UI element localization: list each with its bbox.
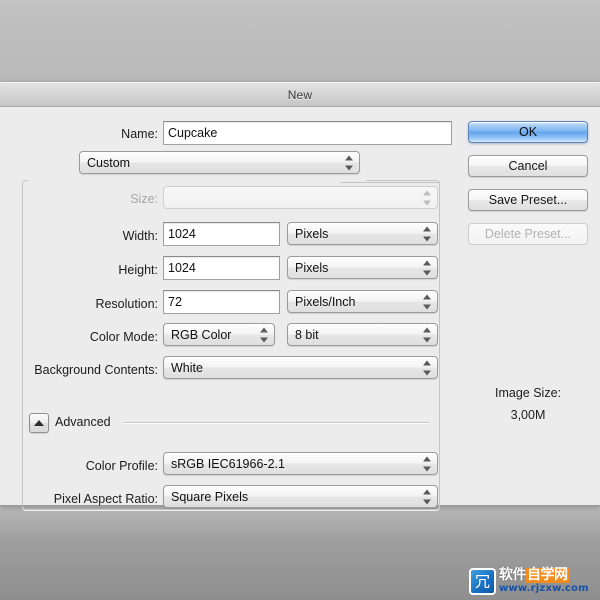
height-unit-select[interactable]: Pixels [287, 256, 438, 279]
delete-preset-button-label: Delete Preset... [484, 227, 572, 241]
size-label: Size: [130, 192, 158, 206]
width-input[interactable]: 1024 [163, 222, 280, 246]
preset-select-value: Custom [87, 155, 131, 170]
save-preset-button[interactable]: Save Preset... [468, 189, 588, 211]
name-input-value: Cupcake [168, 126, 218, 140]
pixel-aspect-ratio-select[interactable]: Square Pixels [163, 485, 438, 508]
site-watermark: 软件 自学网 www.rjzxw.com [469, 568, 595, 596]
resolution-input[interactable]: 72 [163, 290, 280, 314]
resolution-input-value: 72 [168, 295, 182, 309]
background-contents-select[interactable]: White [163, 356, 438, 379]
width-label: Width: [122, 229, 158, 243]
dialog-title-bar[interactable]: New [0, 82, 600, 107]
color-depth-value: 8 bit [295, 327, 319, 342]
chevron-updown-icon [345, 155, 353, 170]
resolution-label: Resolution: [95, 297, 158, 311]
watermark-brand-orange: 自学网 [526, 567, 569, 583]
color-profile-value: sRGB IEC61966-2.1 [171, 456, 285, 471]
watermark-url: www.rjzxw.com [499, 583, 589, 594]
delete-preset-button: Delete Preset... [468, 223, 588, 245]
chevron-updown-icon [260, 327, 268, 342]
advanced-section-header[interactable]: Advanced [29, 413, 429, 433]
advanced-separator [124, 422, 429, 423]
background-contents-value: White [171, 360, 203, 375]
pixel-aspect-ratio-value: Square Pixels [171, 489, 249, 504]
cancel-button-label: Cancel [508, 159, 548, 173]
pixel-aspect-ratio-label: Pixel Aspect Ratio: [53, 492, 158, 506]
color-mode-select[interactable]: RGB Color [163, 323, 275, 346]
preset-select[interactable]: Custom [79, 151, 360, 174]
resolution-unit-value: Pixels/Inch [295, 294, 356, 309]
height-label: Height: [118, 263, 158, 277]
color-mode-label: Color Mode: [89, 330, 158, 344]
chevron-updown-icon [423, 226, 431, 241]
name-input[interactable]: Cupcake [163, 121, 452, 145]
background-contents-label: Background Contents: [34, 363, 158, 377]
cancel-button[interactable]: Cancel [468, 155, 588, 177]
name-label: Name: [121, 127, 158, 141]
color-mode-value: RGB Color [171, 327, 232, 342]
dialog-title: New [287, 87, 313, 102]
chevron-updown-icon [423, 327, 431, 342]
resolution-unit-select[interactable]: Pixels/Inch [287, 290, 438, 313]
ok-button[interactable]: OK [468, 121, 588, 143]
advanced-label: Advanced [55, 415, 111, 429]
color-profile-label: Color Profile: [85, 459, 158, 473]
width-unit-value: Pixels [295, 226, 329, 241]
height-input-value: 1024 [168, 261, 196, 275]
chevron-updown-icon [423, 360, 431, 375]
size-select [163, 186, 438, 209]
disclosure-triangle-up-icon[interactable] [29, 413, 49, 433]
chevron-updown-icon [423, 294, 431, 309]
height-unit-value: Pixels [295, 260, 329, 275]
color-profile-select[interactable]: sRGB IEC61966-2.1 [163, 452, 438, 475]
image-size-readout: Image Size: 3,00M [460, 382, 596, 426]
watermark-brand-white: 软件 [499, 567, 527, 583]
width-unit-select[interactable]: Pixels [287, 222, 438, 245]
color-depth-select[interactable]: 8 bit [287, 323, 438, 346]
height-input[interactable]: 1024 [163, 256, 280, 280]
watermark-brand: 软件 自学网 [499, 568, 589, 583]
chevron-updown-icon [423, 260, 431, 275]
dialog-body: Name: Cupcake Preset: Custom Size: Width… [0, 107, 600, 510]
save-preset-button-label: Save Preset... [488, 193, 568, 207]
ok-button-label: OK [518, 125, 538, 139]
chevron-updown-icon [423, 489, 431, 504]
image-size-value: 3,00M [510, 408, 546, 422]
image-size-label: Image Size: [494, 386, 561, 400]
watermark-logo-icon [469, 568, 496, 595]
chevron-updown-icon [423, 190, 431, 205]
preset-group-rule [340, 182, 440, 183]
width-input-value: 1024 [168, 227, 196, 241]
new-document-dialog: New Name: Cupcake Preset: Custom Size: W… [0, 82, 600, 510]
chevron-updown-icon [423, 456, 431, 471]
watermark-text: 软件 自学网 www.rjzxw.com [499, 568, 589, 595]
